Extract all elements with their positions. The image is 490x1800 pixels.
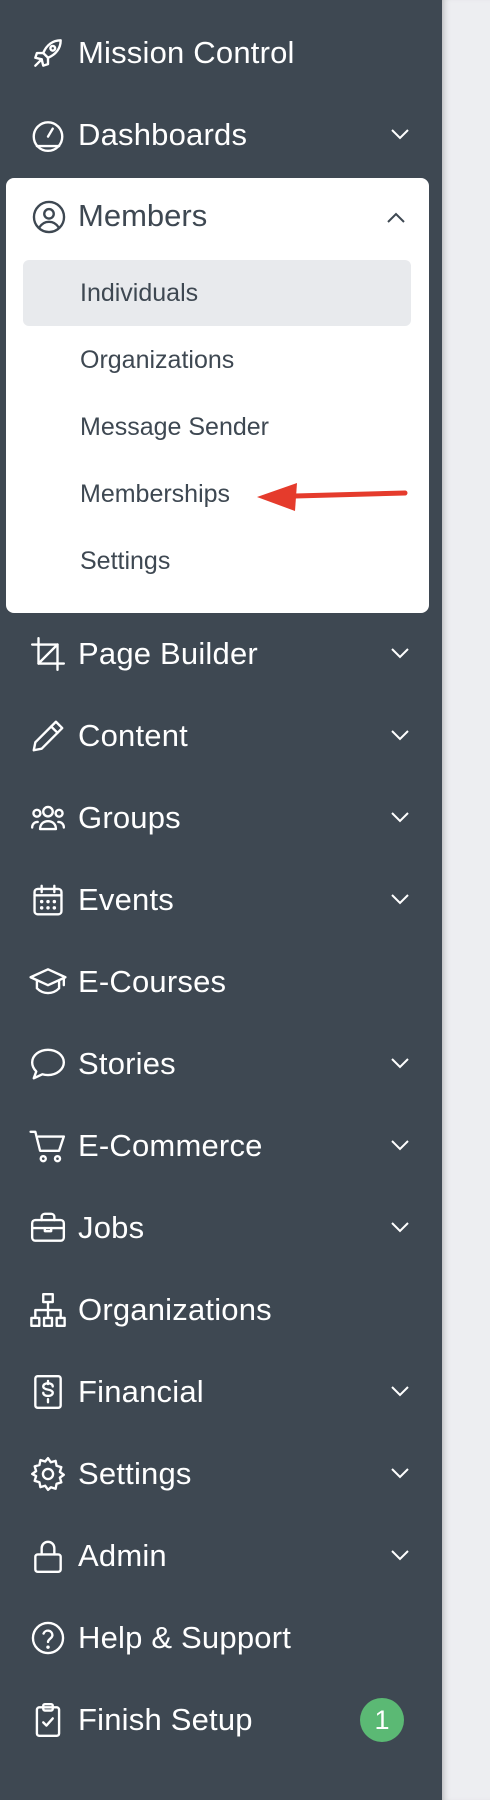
sidebar-item-label: Groups <box>78 800 181 835</box>
chevron-down-icon <box>380 1134 420 1158</box>
submenu-item-organizations[interactable]: Organizations <box>23 327 411 393</box>
submenu-item-label: Memberships <box>80 479 231 508</box>
chevron-down-icon <box>380 724 420 748</box>
dollar-doc-icon <box>28 1372 68 1412</box>
clipboard-check-icon <box>28 1700 68 1740</box>
chevron-down-icon <box>380 1052 420 1076</box>
sidebar-item-label: Financial <box>78 1374 204 1409</box>
sidebar-item-label: Content <box>78 718 188 753</box>
sidebar-item-help-support[interactable]: Help & Support <box>0 1597 442 1679</box>
sidebar-item-label: Admin <box>78 1538 167 1573</box>
chevron-down-icon <box>380 1380 420 1404</box>
sidebar-item-label: Settings <box>78 1456 192 1491</box>
members-panel: Members Individuals Organizations Messag… <box>6 178 429 613</box>
sidebar-item-label: E-Courses <box>78 964 227 999</box>
chevron-down-icon <box>380 888 420 912</box>
pencil-icon <box>28 716 68 756</box>
sidebar-item-label: Finish Setup <box>78 1702 253 1737</box>
sidebar-item-groups[interactable]: Groups <box>0 777 442 859</box>
crop-icon <box>28 634 68 674</box>
sidebar-item-mission-control[interactable]: Mission Control <box>0 12 442 94</box>
sidebar-item-admin[interactable]: Admin <box>0 1515 442 1597</box>
sidebar-item-members[interactable]: Members <box>6 178 429 258</box>
submenu-item-individuals[interactable]: Individuals <box>23 260 411 326</box>
sidebar-item-label: Events <box>78 882 174 917</box>
sidebar-item-organizations[interactable]: Organizations <box>0 1269 442 1351</box>
cart-icon <box>28 1126 68 1166</box>
gear-icon <box>28 1454 68 1494</box>
briefcase-icon <box>28 1208 68 1248</box>
submenu-item-label: Message Sender <box>80 412 270 441</box>
sidebar-item-content[interactable]: Content <box>0 695 442 777</box>
lock-icon <box>28 1536 68 1576</box>
graduation-cap-icon <box>28 962 68 1002</box>
setup-count-badge: 1 <box>360 1698 404 1742</box>
sidebar: Mission Control Dashboards Members Indiv… <box>0 0 442 1800</box>
sidebar-item-jobs[interactable]: Jobs <box>0 1187 442 1269</box>
sidebar-item-label: E-Commerce <box>78 1128 263 1163</box>
submenu-item-label: Individuals <box>80 278 199 307</box>
sidebar-item-settings[interactable]: Settings <box>0 1433 442 1515</box>
sidebar-item-dashboards[interactable]: Dashboards <box>0 94 442 176</box>
red-arrow-annotation <box>257 483 408 511</box>
sidebar-item-label: Jobs <box>78 1210 145 1245</box>
sidebar-item-label: Members <box>78 198 208 233</box>
sidebar-item-e-courses[interactable]: E-Courses <box>0 941 442 1023</box>
submenu-item-message-sender[interactable]: Message Sender <box>23 394 411 460</box>
rocket-icon <box>28 33 68 73</box>
submenu-item-label: Organizations <box>80 345 235 374</box>
sidebar-item-label: Page Builder <box>78 636 258 671</box>
sidebar-item-e-commerce[interactable]: E-Commerce <box>0 1105 442 1187</box>
sidebar-item-page-builder[interactable]: Page Builder <box>0 613 442 695</box>
chevron-up-icon <box>376 206 416 230</box>
help-circle-icon <box>28 1618 68 1658</box>
sidebar-item-label: Mission Control <box>78 35 295 70</box>
sidebar-item-label: Organizations <box>78 1292 272 1327</box>
sidebar-item-label: Stories <box>78 1046 176 1081</box>
chevron-down-icon <box>380 806 420 830</box>
main-content-area <box>442 0 490 1800</box>
sidebar-item-financial[interactable]: Financial <box>0 1351 442 1433</box>
users-icon <box>28 798 68 838</box>
sidebar-item-stories[interactable]: Stories <box>0 1023 442 1105</box>
speech-bubble-icon <box>28 1044 68 1084</box>
submenu-item-label: Settings <box>80 546 171 575</box>
calendar-icon <box>28 880 68 920</box>
gauge-icon <box>28 115 68 155</box>
chevron-down-icon <box>380 1462 420 1486</box>
chevron-down-icon <box>380 1216 420 1240</box>
chevron-down-icon <box>380 123 420 147</box>
sidebar-item-finish-setup[interactable]: Finish Setup 1 <box>0 1679 442 1761</box>
sidebar-item-label: Dashboards <box>78 117 248 152</box>
chevron-down-icon <box>380 1544 420 1568</box>
sidebar-item-events[interactable]: Events <box>0 859 442 941</box>
org-chart-icon <box>28 1290 68 1330</box>
submenu-item-settings[interactable]: Settings <box>23 528 411 594</box>
user-circle-icon <box>30 198 70 238</box>
sidebar-item-label: Help & Support <box>78 1620 292 1655</box>
chevron-down-icon <box>380 642 420 666</box>
